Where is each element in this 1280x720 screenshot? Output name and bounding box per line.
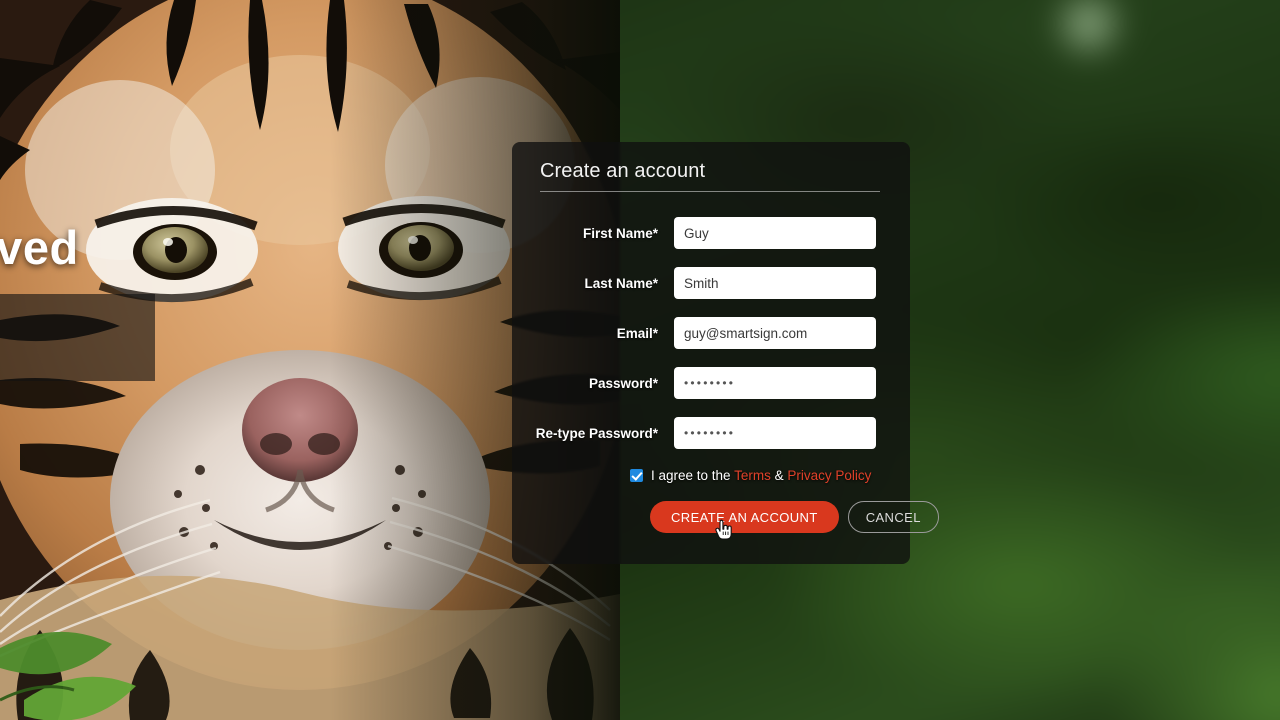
create-account-dialog: Create an account First Name* Last Name*… xyxy=(512,142,939,564)
hero-overlay: r has arrived waiting for! et management… xyxy=(0,222,350,381)
last-name-label: Last Name* xyxy=(584,275,658,291)
dialog-title: Create an account xyxy=(540,160,706,182)
create-account-button[interactable]: CREATE AN ACCOUNT xyxy=(650,501,839,533)
password-input[interactable] xyxy=(674,367,876,399)
form-row-password: Password* xyxy=(526,358,894,408)
form-row-last-name: Last Name* xyxy=(526,258,894,308)
hero-tagline: et management tool. xyxy=(0,348,135,365)
terms-agreement-row: I agree to the Terms & Privacy Policy xyxy=(526,468,894,483)
terms-link[interactable]: Terms xyxy=(734,468,771,483)
form-row-first-name: First Name* xyxy=(526,208,894,258)
agree-terms-text: I agree to the Terms & Privacy Policy xyxy=(651,468,871,483)
hero-headline-rest: has arrived xyxy=(0,221,79,274)
agree-separator: & xyxy=(774,468,784,483)
email-label: Email* xyxy=(616,325,658,341)
privacy-policy-link[interactable]: Privacy Policy xyxy=(787,468,871,483)
retype-password-input[interactable] xyxy=(674,417,876,449)
retype-password-label: Re-type Password* xyxy=(535,425,658,441)
first-name-label: First Name* xyxy=(582,225,658,241)
hero-headline: r has arrived xyxy=(0,222,350,274)
agree-prefix-label: I agree to the xyxy=(651,468,731,483)
form-row-email: Email* xyxy=(526,308,894,358)
cancel-button[interactable]: CANCEL xyxy=(847,501,939,533)
last-name-input[interactable] xyxy=(674,267,876,299)
agree-terms-checkbox[interactable] xyxy=(630,469,643,482)
hero-subheadline: waiting for! xyxy=(0,310,135,339)
title-divider xyxy=(540,191,880,192)
screen: r has arrived waiting for! et management… xyxy=(0,0,1280,720)
signup-form: First Name* Last Name* Email* Password* … xyxy=(526,208,894,458)
password-label: Password* xyxy=(588,375,658,391)
email-input[interactable] xyxy=(674,317,876,349)
form-row-retype-password: Re-type Password* xyxy=(526,408,894,458)
dialog-actions: CREATE AN ACCOUNT CANCEL xyxy=(526,501,939,533)
hero-text-panel: waiting for! et management tool. xyxy=(0,293,155,381)
first-name-input[interactable] xyxy=(674,217,876,249)
